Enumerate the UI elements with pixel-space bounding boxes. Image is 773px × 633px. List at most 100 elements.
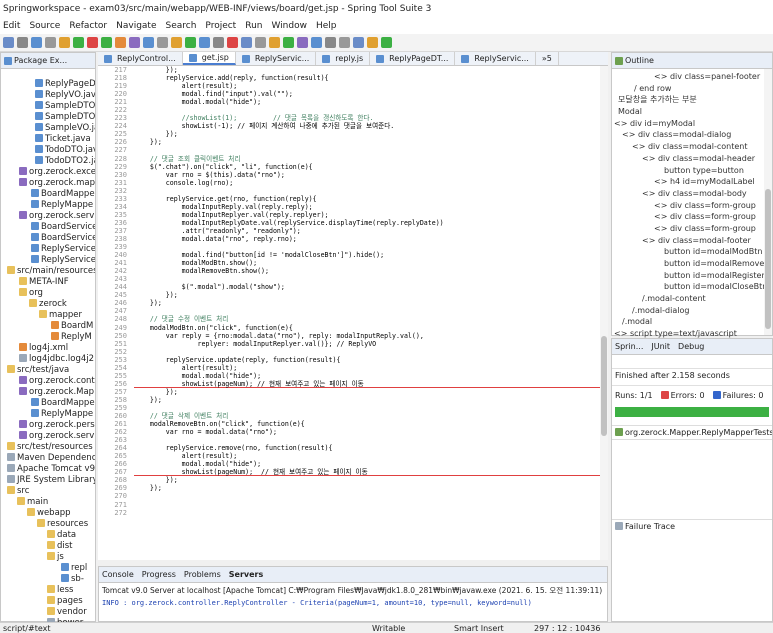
outline-item[interactable]: <> div class=modal-footer: [612, 235, 772, 247]
tree-item[interactable]: SampleDTOL: [1, 112, 95, 123]
tree-item[interactable]: SampleDTO.: [1, 101, 95, 112]
toolbar-icon[interactable]: [283, 37, 294, 48]
toolbar-icon[interactable]: [157, 37, 168, 48]
tree-item[interactable]: ReplyService: [1, 255, 95, 266]
toolbar-icon[interactable]: [199, 37, 210, 48]
outline-item[interactable]: /.modal: [612, 316, 772, 328]
toolbar-icon[interactable]: [171, 37, 182, 48]
menu-item-project[interactable]: Project: [205, 21, 236, 31]
tree-item[interactable]: ReplyPageDT: [1, 79, 95, 90]
tree-item[interactable]: BoardMappe: [1, 189, 95, 200]
menu-item-navigate[interactable]: Navigate: [116, 21, 156, 31]
toolbar-icon[interactable]: [241, 37, 252, 48]
outline-item[interactable]: <> div class=form-group: [612, 211, 772, 223]
outline-item[interactable]: <> div class=form-group: [612, 200, 772, 212]
tree-item[interactable]: repl: [1, 563, 95, 574]
tree-item[interactable]: org.zerock.map: [1, 178, 95, 189]
menu-item-window[interactable]: Window: [271, 21, 307, 31]
toolbar-icon[interactable]: [17, 37, 28, 48]
tree-item[interactable]: BoardService: [1, 233, 95, 244]
tree-item[interactable]: log4j.xml: [1, 343, 95, 354]
outline-item[interactable]: button type=button: [612, 165, 772, 177]
tree-item[interactable]: sb-: [1, 574, 95, 585]
console-tab[interactable]: Servers: [229, 570, 263, 579]
editor-tab[interactable]: ReplyControl...: [98, 52, 183, 65]
junit-tab[interactable]: Sprin...: [615, 342, 643, 351]
tree-item[interactable]: src: [1, 486, 95, 497]
outline-item[interactable]: / end row: [612, 83, 772, 95]
outline-item[interactable]: button id=modalCloseBtn: [612, 281, 772, 293]
tree-item[interactable]: Maven Dependenc: [1, 453, 95, 464]
console-tab[interactable]: Problems: [184, 570, 221, 579]
tree-item[interactable]: less: [1, 585, 95, 596]
package-explorer-tab[interactable]: Package Ex...: [1, 53, 95, 69]
editor-scrollbar[interactable]: [600, 66, 608, 560]
tree-item[interactable]: org: [1, 288, 95, 299]
toolbar-icon[interactable]: [339, 37, 350, 48]
toolbar-icon[interactable]: [227, 37, 238, 48]
tree-item[interactable]: org.zerock.cont: [1, 376, 95, 387]
console-tab[interactable]: Console: [102, 570, 134, 579]
tree-item[interactable]: log4jdbc.log4j2: [1, 354, 95, 365]
outline-scrollbar[interactable]: [764, 69, 772, 335]
tree-item[interactable]: BoardService: [1, 222, 95, 233]
toolbar-icon[interactable]: [213, 37, 224, 48]
menu-item-search[interactable]: Search: [166, 21, 197, 31]
tree-item[interactable]: JRE System Library: [1, 475, 95, 486]
tree-item[interactable]: resources: [1, 519, 95, 530]
toolbar-icon[interactable]: [255, 37, 266, 48]
tree-item[interactable]: TodoDTO2.ja: [1, 156, 95, 167]
tree-item[interactable]: TodoDTO.jav: [1, 145, 95, 156]
menu-item-refactor[interactable]: Refactor: [69, 21, 107, 31]
tree-item[interactable]: ReplyVO.java: [1, 90, 95, 101]
junit-tab[interactable]: JUnit: [651, 342, 670, 351]
tree-item[interactable]: org.zerock.persi: [1, 420, 95, 431]
code-editor[interactable]: 217 218 219 220 221 222 223 224 225 226 227 228 229 2…: [98, 66, 608, 560]
menu-item-run[interactable]: Run: [245, 21, 262, 31]
tree-item[interactable]: pages: [1, 596, 95, 607]
toolbar-icon[interactable]: [311, 37, 322, 48]
tree-item[interactable]: dist: [1, 541, 95, 552]
outline-item[interactable]: 모달창을 추가하는 부분: [612, 94, 772, 106]
toolbar-icon[interactable]: [59, 37, 70, 48]
tree-item[interactable]: ReplyMappe: [1, 200, 95, 211]
toolbar-icon[interactable]: [297, 37, 308, 48]
tree-item[interactable]: org.zerock.servi: [1, 211, 95, 222]
tree-item[interactable]: org.zerock.Map: [1, 387, 95, 398]
tree-item[interactable]: SampleVO.ja: [1, 123, 95, 134]
tree-item[interactable]: webapp: [1, 508, 95, 519]
junit-tab[interactable]: Debug: [678, 342, 704, 351]
toolbar-icon[interactable]: [325, 37, 336, 48]
editor-scrollbar-thumb[interactable]: [601, 336, 607, 436]
toolbar-icon[interactable]: [185, 37, 196, 48]
menu-item-edit[interactable]: Edit: [3, 21, 20, 31]
outline-item[interactable]: /.modal-content: [612, 293, 772, 305]
toolbar-icon[interactable]: [87, 37, 98, 48]
editor-tab[interactable]: ReplyPageDT...: [370, 52, 456, 65]
tree-item[interactable]: ReplyMappe: [1, 409, 95, 420]
tree-item[interactable]: BoardMappe: [1, 398, 95, 409]
tree-item[interactable]: org.zerock.exce: [1, 167, 95, 178]
tree-item[interactable]: Ticket.java: [1, 134, 95, 145]
outline-item[interactable]: <> div class=modal-body: [612, 188, 772, 200]
toolbar-icon[interactable]: [73, 37, 84, 48]
toolbar-icon[interactable]: [129, 37, 140, 48]
outline-item[interactable]: <> h4 id=myModalLabel: [612, 176, 772, 188]
outline-item[interactable]: <> div class=modal-header: [612, 153, 772, 165]
outline-item[interactable]: button id=modalModBtn: [612, 246, 772, 258]
editor-tab[interactable]: get.jsp: [182, 52, 236, 65]
outline-tab[interactable]: Outline: [612, 53, 772, 69]
tree-item[interactable]: ReplyM: [1, 332, 95, 343]
tree-item[interactable]: src/test/resources: [1, 442, 95, 453]
console-tab[interactable]: Progress: [142, 570, 176, 579]
code-area[interactable]: }); replyService.add(reply, function(res…: [134, 66, 608, 560]
menu-item-help[interactable]: Help: [316, 21, 337, 31]
outline-item[interactable]: <> div class=modal-dialog: [612, 129, 772, 141]
toolbar-icon[interactable]: [269, 37, 280, 48]
tree-item[interactable]: zerock: [1, 299, 95, 310]
toolbar-icon[interactable]: [353, 37, 364, 48]
junit-test-item[interactable]: org.zerock.Mapper.ReplyMapperTests [Run: [612, 425, 772, 440]
toolbar-icon[interactable]: [143, 37, 154, 48]
tree-item[interactable]: src/test/java: [1, 365, 95, 376]
toolbar-icon[interactable]: [31, 37, 42, 48]
